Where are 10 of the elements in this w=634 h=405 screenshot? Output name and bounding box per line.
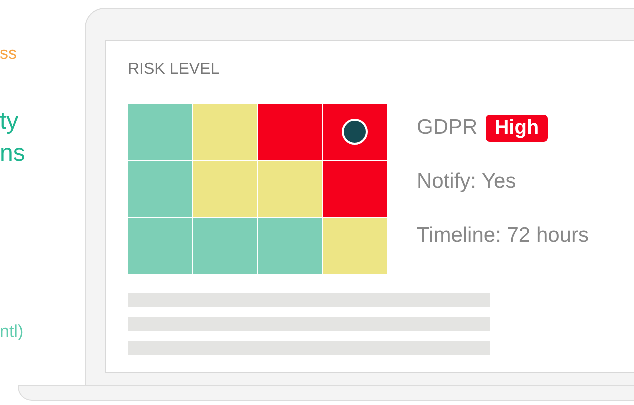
side-text: ss xyxy=(0,43,18,65)
side-text: ns xyxy=(0,140,26,168)
regulation-label: GDPR xyxy=(417,115,478,141)
notify-text: Notify: Yes xyxy=(417,169,518,195)
risk-badge: High xyxy=(486,114,548,142)
side-text: ntl) xyxy=(0,321,25,343)
marker-dot xyxy=(342,119,368,145)
side-text: ty xyxy=(0,108,20,136)
timeline-text: Timeline: 72 hours xyxy=(417,223,589,249)
section-title: RISK LEVEL xyxy=(128,61,220,79)
